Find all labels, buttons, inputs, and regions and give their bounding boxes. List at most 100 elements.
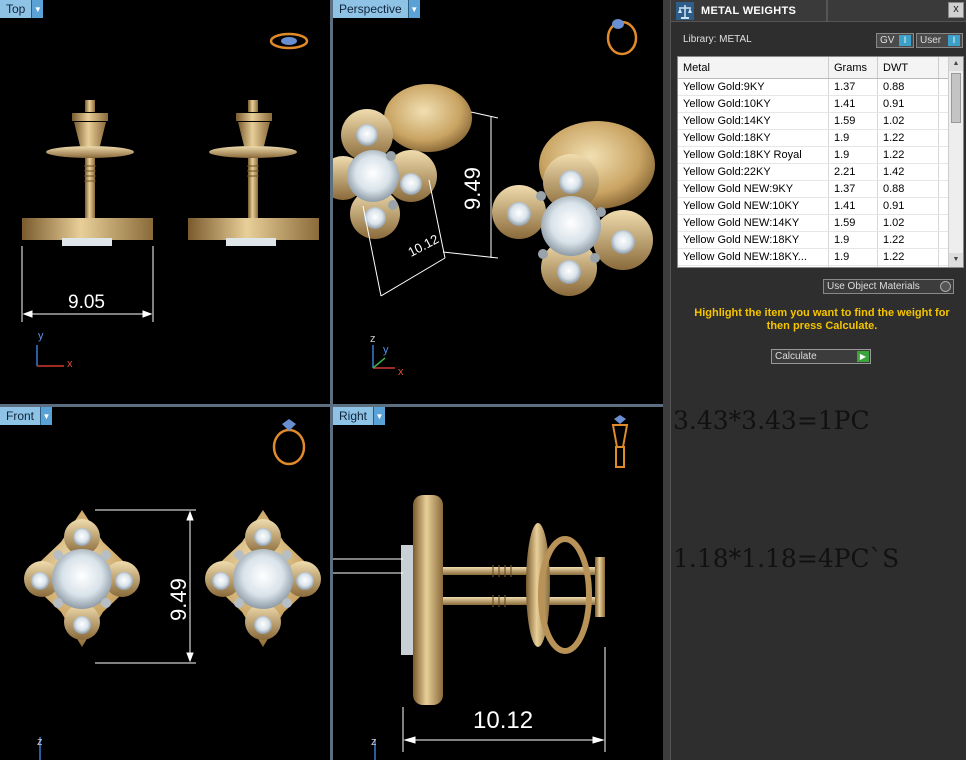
column-header-dwt[interactable]: DWT bbox=[878, 57, 939, 78]
viewport-right[interactable]: Right ▼ 10.12 z bbox=[333, 407, 663, 760]
cell-grams: 1.41 bbox=[829, 96, 878, 112]
panel-edge[interactable] bbox=[663, 0, 671, 760]
scroll-down-icon[interactable]: ▼ bbox=[949, 253, 963, 267]
cell-dwt: 1.22 bbox=[878, 232, 939, 248]
earring-top-right bbox=[188, 100, 319, 246]
gv-label: GV bbox=[880, 35, 895, 46]
view-cube-icon[interactable] bbox=[269, 32, 309, 50]
dimension-perspective-height: 9.49 bbox=[460, 167, 485, 210]
table-row[interactable]: Yellow Gold NEW:18KY 1.9 1.22 bbox=[678, 232, 963, 249]
cell-dwt: 0.91 bbox=[878, 96, 939, 112]
close-button[interactable]: x bbox=[948, 2, 964, 18]
cell-metal: Yellow Gold NEW:9KY bbox=[678, 181, 829, 197]
axis-y-label: y bbox=[38, 330, 44, 342]
user-toggle-button[interactable]: User I bbox=[916, 33, 963, 48]
annotation-note-1: 3.43*3.43=1PC bbox=[673, 406, 870, 435]
cell-grams: 2.21 bbox=[829, 164, 878, 180]
cell-metal: Yellow Gold NEW:22KY bbox=[678, 266, 829, 267]
viewport-splitter-horizontal[interactable] bbox=[0, 404, 663, 407]
scrollbar-thumb[interactable] bbox=[951, 73, 961, 123]
metal-weights-table[interactable]: Metal Grams DWT Yellow Gold:9KY 1.37 0.88 Y… bbox=[677, 56, 964, 268]
cell-metal: Yellow Gold:18KY bbox=[678, 130, 829, 146]
top-view-model bbox=[21, 32, 319, 367]
table-row[interactable]: Yellow Gold:18KY Royal 1.9 1.22 bbox=[678, 147, 963, 164]
table-row[interactable]: Yellow Gold:18KY 1.9 1.22 bbox=[678, 130, 963, 147]
cell-dwt: 1.22 bbox=[878, 249, 939, 265]
earring-right-side bbox=[401, 495, 605, 705]
library-label: Library: METAL bbox=[683, 34, 752, 45]
cell-metal: Yellow Gold NEW:10KY bbox=[678, 198, 829, 214]
metal-weights-panel: METAL WEIGHTS x Library: METAL GV I User… bbox=[663, 0, 966, 760]
user-label: User bbox=[920, 35, 942, 46]
earring-front-right bbox=[205, 510, 321, 647]
table-row[interactable]: Yellow Gold:22KY 2.21 1.42 bbox=[678, 164, 963, 181]
cell-grams: 1.9 bbox=[829, 130, 878, 146]
panel-title: METAL WEIGHTS bbox=[701, 4, 797, 17]
cell-grams: 2.21 bbox=[829, 266, 878, 267]
calculate-label: Calculate bbox=[775, 351, 817, 362]
cell-metal: Yellow Gold:22KY bbox=[678, 164, 829, 180]
panel-header: METAL WEIGHTS x bbox=[671, 0, 966, 22]
earring-front-left bbox=[24, 510, 140, 647]
header-divider bbox=[826, 0, 828, 22]
axis-z-label: z bbox=[37, 736, 43, 748]
cell-dwt: 1.02 bbox=[878, 215, 939, 231]
table-row[interactable]: Yellow Gold NEW:22KY2.211.42 bbox=[678, 266, 963, 267]
cell-grams: 1.37 bbox=[829, 79, 878, 95]
view-cube-icon[interactable] bbox=[611, 415, 629, 468]
table-row[interactable]: Yellow Gold:10KY 1.41 0.91 bbox=[678, 96, 963, 113]
dimension-right-depth: 10.12 bbox=[473, 707, 534, 734]
cell-metal: Yellow Gold NEW:18KY bbox=[678, 232, 829, 248]
table-scrollbar[interactable]: ▲ ▼ bbox=[948, 57, 963, 267]
radio-icon[interactable] bbox=[940, 281, 951, 292]
instruction-text: Highlight the item you want to find the … bbox=[694, 307, 950, 332]
cell-grams: 1.9 bbox=[829, 232, 878, 248]
viewport-top[interactable]: Top ▼ 9.05 y x bbox=[0, 0, 330, 404]
table-row[interactable]: Yellow Gold NEW:18KY... 1.9 1.22 bbox=[678, 249, 963, 266]
cell-grams: 1.59 bbox=[829, 215, 878, 231]
cell-metal: Yellow Gold:10KY bbox=[678, 96, 829, 112]
column-header-metal[interactable]: Metal bbox=[678, 57, 829, 78]
cell-dwt: 1.42 bbox=[878, 164, 939, 180]
view-cube-icon[interactable] bbox=[272, 419, 306, 466]
cell-dwt: 1.42 bbox=[878, 266, 939, 267]
viewport-splitter-vertical[interactable] bbox=[330, 0, 333, 760]
table-row[interactable]: Yellow Gold:14KY 1.59 1.02 bbox=[678, 113, 963, 130]
table-header: Metal Grams DWT bbox=[678, 57, 963, 79]
viewport-front[interactable]: Front ▼ 9.49 z bbox=[0, 407, 330, 760]
axis-x-label: x bbox=[67, 358, 73, 370]
axis-z-label: z bbox=[371, 736, 377, 748]
cell-dwt: 0.88 bbox=[878, 79, 939, 95]
cell-dwt: 1.22 bbox=[878, 147, 939, 163]
table-row[interactable]: Yellow Gold NEW:10KY 1.41 0.91 bbox=[678, 198, 963, 215]
viewport-perspective[interactable]: Perspective ▼ 9.49 10.12 z y x bbox=[333, 0, 663, 404]
dimension-top-width: 9.05 bbox=[68, 292, 105, 313]
cell-grams: 1.9 bbox=[829, 249, 878, 265]
use-object-materials-toggle[interactable]: Use Object Materials bbox=[823, 279, 954, 294]
scroll-up-icon[interactable]: ▲ bbox=[949, 57, 963, 71]
cell-grams: 1.41 bbox=[829, 198, 878, 214]
cell-metal: Yellow Gold:14KY bbox=[678, 113, 829, 129]
annotation-note-2: 1.18*1.18=4PC`S bbox=[673, 544, 900, 573]
table-row[interactable]: Yellow Gold:9KY 1.37 0.88 bbox=[678, 79, 963, 96]
toggle-icon: I bbox=[899, 35, 911, 46]
dimension-front-height: 9.49 bbox=[166, 578, 191, 621]
table-row[interactable]: Yellow Gold NEW:9KY 1.37 0.88 bbox=[678, 181, 963, 198]
front-view-model bbox=[24, 419, 321, 760]
cell-metal: Yellow Gold:9KY bbox=[678, 79, 829, 95]
gv-toggle-button[interactable]: GV I bbox=[876, 33, 914, 48]
axis-gizmo bbox=[36, 345, 64, 367]
cell-metal: Yellow Gold:18KY Royal bbox=[678, 147, 829, 163]
dimension-lines bbox=[333, 558, 606, 752]
use-object-materials-label: Use Object Materials bbox=[827, 281, 920, 292]
column-header-grams[interactable]: Grams bbox=[829, 57, 878, 78]
cell-metal: Yellow Gold NEW:14KY bbox=[678, 215, 829, 231]
table-row[interactable]: Yellow Gold NEW:14KY 1.59 1.02 bbox=[678, 215, 963, 232]
axis-y-label: y bbox=[383, 344, 389, 356]
scale-icon bbox=[676, 2, 694, 20]
cell-dwt: 1.22 bbox=[878, 130, 939, 146]
toggle-icon: I bbox=[948, 35, 960, 46]
calculate-button[interactable]: Calculate ▶ bbox=[771, 349, 871, 364]
table-body: Yellow Gold:9KY 1.37 0.88 Yellow Gold:10KY 1… bbox=[678, 79, 963, 267]
axis-x-label: x bbox=[398, 366, 404, 378]
